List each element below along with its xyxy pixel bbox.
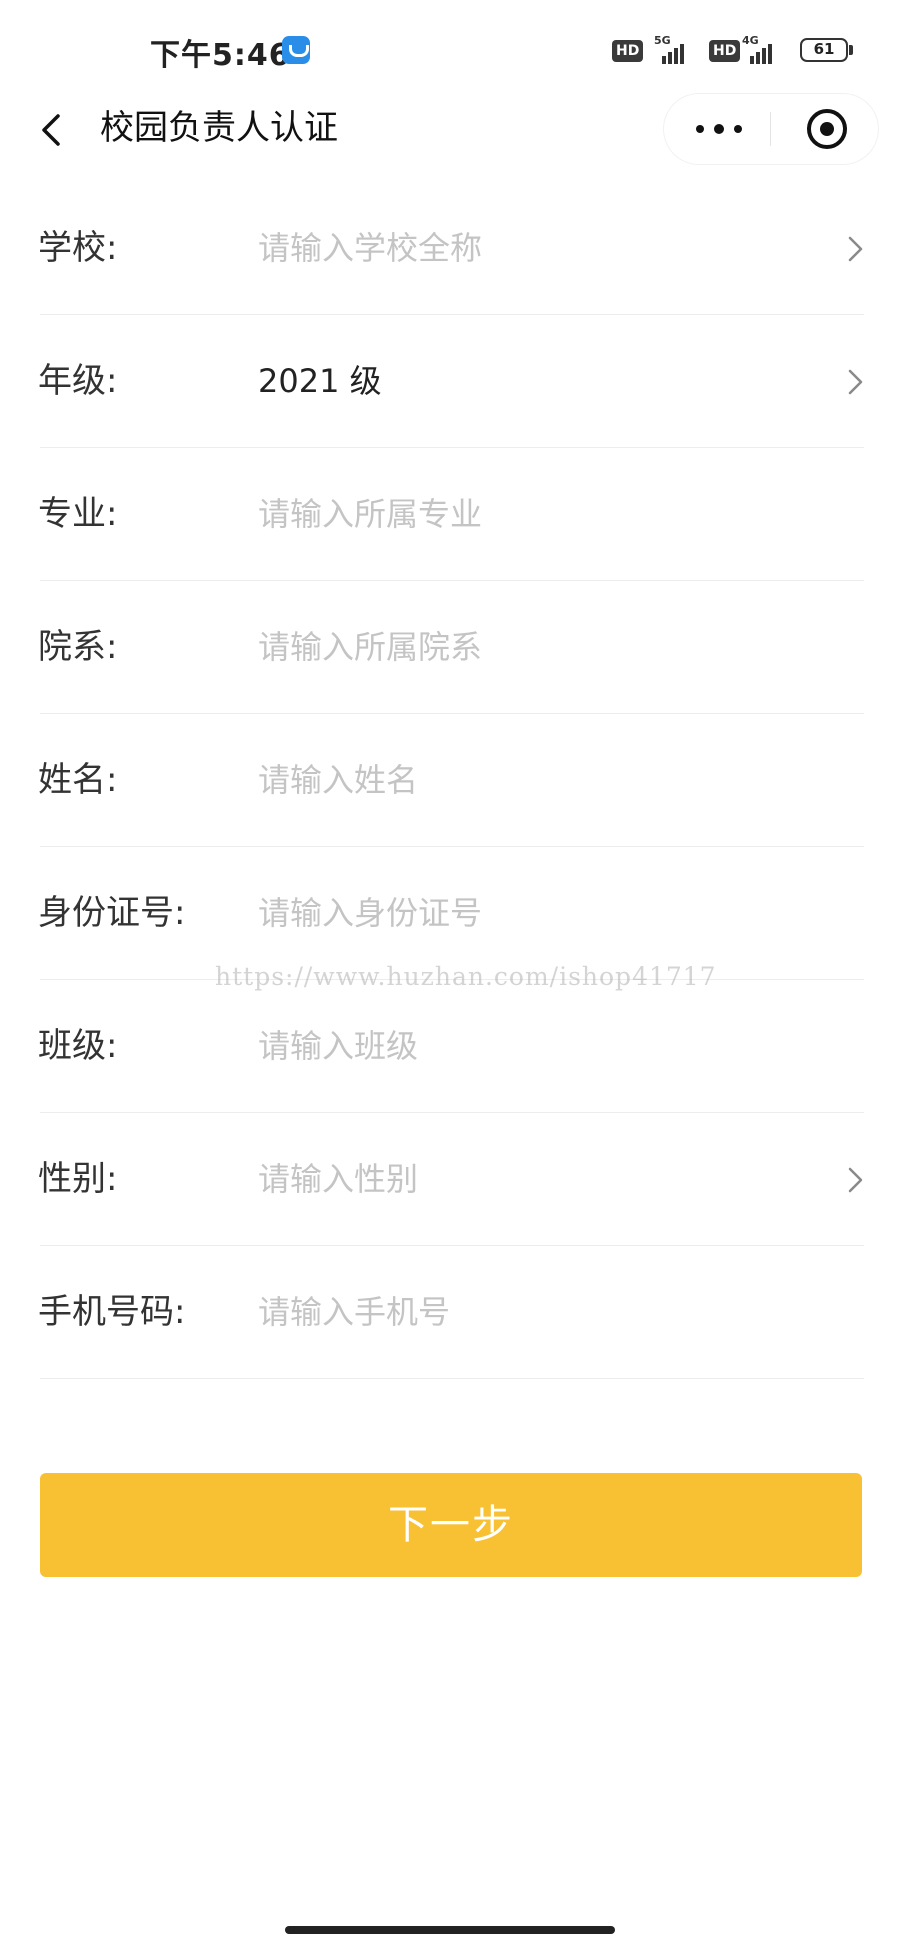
class-label: 班级: xyxy=(38,1026,118,1066)
hd-badge: HD xyxy=(709,40,741,62)
major-row[interactable]: 专业: 请输入所属专业 xyxy=(0,448,900,581)
school-row[interactable]: 学校: 请输入学校全称 xyxy=(0,182,900,315)
signal-strength-icon xyxy=(746,40,780,64)
status-bar: 下午5:46 HD 5G HD 4G 61 xyxy=(0,0,900,100)
department-row[interactable]: 院系: 请输入所属院系 xyxy=(0,581,900,714)
id-number-row[interactable]: 身份证号: 请输入身份证号 xyxy=(0,847,900,980)
name-input[interactable]: 请输入姓名 xyxy=(258,758,418,802)
gender-select[interactable]: 请输入性别 xyxy=(258,1157,418,1201)
phone-input[interactable]: 请输入手机号 xyxy=(258,1290,450,1334)
phone-row[interactable]: 手机号码: 请输入手机号 xyxy=(0,1246,900,1379)
app-notification-icon xyxy=(282,36,310,64)
page-title: 校园负责人认证 xyxy=(100,108,338,148)
certification-form: 学校: 请输入学校全称 年级: 2021 级 专业: 请输入所属专业 院系: 请… xyxy=(0,182,900,1379)
nav-bar: 校园负责人认证 xyxy=(0,90,900,170)
next-step-button[interactable]: 下一步 xyxy=(40,1473,862,1577)
close-mini-program-icon[interactable] xyxy=(807,109,847,149)
class-row[interactable]: 班级: 请输入班级 xyxy=(0,980,900,1113)
class-input[interactable]: 请输入班级 xyxy=(258,1024,418,1068)
watermark-url: https://www.huzhan.com/ishop41717 xyxy=(215,962,717,991)
gender-label: 性别: xyxy=(38,1159,118,1199)
name-label: 姓名: xyxy=(38,760,118,800)
department-input[interactable]: 请输入所属院系 xyxy=(258,625,482,669)
more-options-icon[interactable] xyxy=(694,121,744,137)
chevron-right-icon xyxy=(848,369,863,395)
signal-strength-icon xyxy=(652,40,686,64)
school-label: 学校: xyxy=(38,228,118,268)
battery-icon: 61 xyxy=(800,38,848,62)
major-label: 专业: xyxy=(38,494,118,534)
id-number-label: 身份证号: xyxy=(38,893,186,933)
grade-select[interactable]: 2021 级 xyxy=(258,359,382,403)
grade-row[interactable]: 年级: 2021 级 xyxy=(0,315,900,448)
home-indicator[interactable] xyxy=(285,1926,615,1934)
hd-badge: HD xyxy=(612,40,644,62)
name-row[interactable]: 姓名: 请输入姓名 xyxy=(0,714,900,847)
battery-tip xyxy=(849,45,853,55)
department-label: 院系: xyxy=(38,627,118,667)
chevron-right-icon xyxy=(848,236,863,262)
grade-label: 年级: xyxy=(38,361,118,401)
chevron-right-icon xyxy=(848,1167,863,1193)
status-time: 下午5:46 xyxy=(150,38,291,73)
school-input[interactable]: 请输入学校全称 xyxy=(258,226,482,270)
id-number-input[interactable]: 请输入身份证号 xyxy=(258,891,482,935)
major-input[interactable]: 请输入所属专业 xyxy=(258,492,482,536)
gender-row[interactable]: 性别: 请输入性别 xyxy=(0,1113,900,1246)
back-arrow-icon[interactable] xyxy=(36,112,72,148)
mini-program-capsule xyxy=(664,94,878,164)
phone-label: 手机号码: xyxy=(38,1292,186,1332)
capsule-divider xyxy=(770,112,771,146)
